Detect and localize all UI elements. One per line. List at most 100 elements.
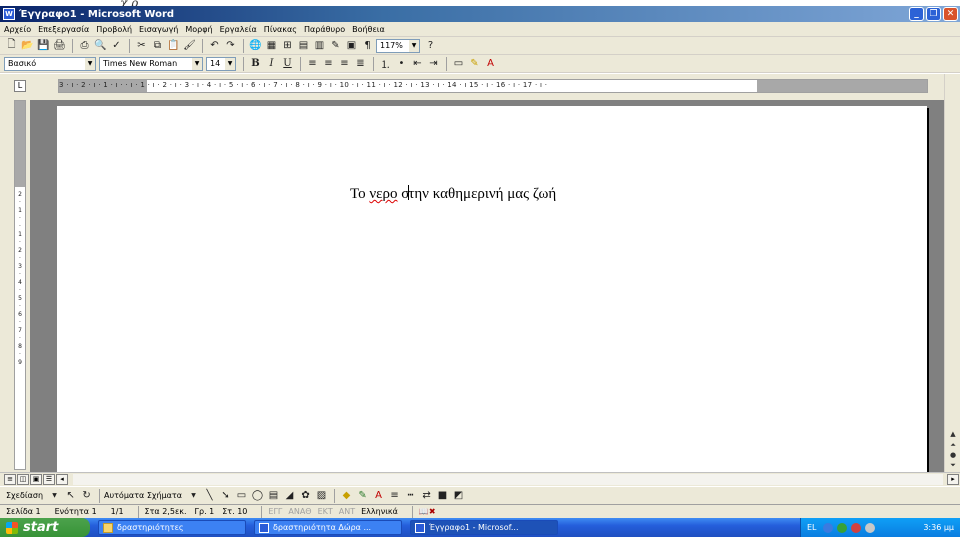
document-text[interactable]: Το νερο στην καθημερινή μας ζωή — [350, 185, 556, 203]
chevron-down-icon[interactable]: ▼ — [192, 57, 202, 70]
horizontal-ruler[interactable]: 3 · ı · 2 · ı · 1 · ı · · ı · 1 · ı · 2 … — [58, 79, 928, 93]
free-rotate-icon[interactable]: ↻ — [79, 489, 94, 503]
oval-icon[interactable]: ◯ — [250, 489, 265, 503]
cut-icon[interactable]: ✂ — [134, 39, 149, 53]
close-button[interactable]: ✕ — [943, 7, 958, 21]
style-select[interactable]: Βασικό ▼ — [4, 56, 96, 71]
status-rec[interactable]: ΕΓΓ — [268, 507, 282, 516]
previous-page-icon[interactable]: ⏶ — [946, 440, 960, 450]
font-color-icon[interactable]: A — [371, 489, 386, 503]
line-style-icon[interactable]: ≡ — [387, 489, 402, 503]
taskbar-item-folder[interactable]: δραστηριότητες — [98, 520, 246, 535]
vertical-scrollbar[interactable]: ▲ ⏶ ● ⏷ — [944, 74, 960, 472]
chevron-down-icon[interactable]: ▼ — [85, 57, 95, 70]
language-indicator[interactable]: EL — [807, 523, 817, 532]
decrease-indent-icon[interactable]: ⇤ — [410, 57, 425, 71]
undo-icon[interactable]: ↶ — [207, 39, 222, 53]
align-right-icon[interactable]: ≡ — [337, 57, 352, 71]
menu-format[interactable]: Μορφή — [185, 25, 212, 34]
menu-edit[interactable]: Επεξεργασία — [38, 25, 89, 34]
bold-icon[interactable]: B — [248, 57, 263, 71]
text-box-icon[interactable]: ▤ — [266, 489, 281, 503]
columns-icon[interactable]: ▥ — [312, 39, 327, 53]
menu-view[interactable]: Προβολή — [96, 25, 132, 34]
outline-view-icon[interactable]: ☰ — [43, 474, 55, 485]
document-map-icon[interactable]: ▣ — [344, 39, 359, 53]
spelling-status-icon[interactable]: 📖✖ — [419, 507, 436, 516]
show-hide-icon[interactable]: ¶ — [360, 39, 375, 53]
word-icon[interactable]: W — [3, 8, 15, 20]
spelling-icon[interactable]: ✓ — [109, 39, 124, 53]
scroll-left-icon[interactable]: ◂ — [56, 474, 68, 485]
horizontal-scroll-track[interactable] — [73, 474, 943, 485]
picture-icon[interactable]: ▨ — [314, 489, 329, 503]
menu-window[interactable]: Παράθυρο — [304, 25, 345, 34]
menu-insert[interactable]: Εισαγωγή — [139, 25, 178, 34]
draw-menu-button[interactable]: Σχεδίαση — [6, 491, 43, 500]
security-icon[interactable] — [836, 522, 847, 533]
arrow-icon[interactable]: ➘ — [218, 489, 233, 503]
dash-style-icon[interactable]: ┅ — [403, 489, 418, 503]
chevron-down-icon[interactable]: ▼ — [225, 57, 235, 70]
tab-selector[interactable]: L — [14, 80, 26, 92]
permission-icon[interactable]: 🖨 — [52, 39, 67, 53]
web-layout-icon[interactable]: ◫ — [17, 474, 29, 485]
status-ext[interactable]: ΕΚΤ — [318, 507, 333, 516]
line-icon[interactable]: ╲ — [202, 489, 217, 503]
open-folder-icon[interactable]: 📂 — [20, 39, 35, 53]
volume-icon[interactable] — [864, 522, 875, 533]
menu-table[interactable]: Πίνακας — [264, 25, 297, 34]
clip-art-icon[interactable]: ✿ — [298, 489, 313, 503]
menu-help[interactable]: Βοήθεια — [352, 25, 385, 34]
document-page[interactable]: Το νερο στην καθημερινή μας ζωή — [57, 106, 927, 472]
new-document-icon[interactable]: 🗋 — [4, 39, 19, 53]
align-center-icon[interactable]: ≡ — [321, 57, 336, 71]
rectangle-icon[interactable]: ▭ — [234, 489, 249, 503]
scroll-up-icon[interactable]: ▲ — [946, 429, 960, 439]
browse-object-icon[interactable]: ● — [946, 450, 960, 460]
insert-excel-icon[interactable]: ▤ — [296, 39, 311, 53]
fill-color-icon[interactable]: ◆ — [339, 489, 354, 503]
restore-button[interactable]: ❐ — [926, 7, 941, 21]
numbering-icon[interactable]: ⒈ — [378, 57, 393, 71]
arrow-style-icon[interactable]: ⇄ — [419, 489, 434, 503]
align-left-icon[interactable]: ≡ — [305, 57, 320, 71]
shadow-icon[interactable]: ■ — [435, 489, 450, 503]
redo-icon[interactable]: ↷ — [223, 39, 238, 53]
menu-file[interactable]: Αρχείο — [4, 25, 31, 34]
taskbar-item-word[interactable]: Έγγραφο1 - Microsof... — [410, 520, 558, 535]
underline-icon[interactable]: U — [280, 57, 295, 71]
copy-icon[interactable]: ⧉ — [150, 39, 165, 53]
hyperlink-icon[interactable]: 🌐 — [248, 39, 263, 53]
borders-icon[interactable]: ▭ — [451, 57, 466, 71]
status-ovr[interactable]: ΑΝΤ — [339, 507, 355, 516]
print-icon[interactable]: ⎙ — [77, 39, 92, 53]
normal-view-icon[interactable]: ≡ — [4, 474, 16, 485]
print-layout-icon[interactable]: ▣ — [30, 474, 42, 485]
highlight-icon[interactable]: ✎ — [467, 57, 482, 71]
chevron-down-icon[interactable]: ▼ — [47, 489, 62, 503]
start-button[interactable]: start — [0, 518, 90, 537]
insert-table-icon[interactable]: ⊞ — [280, 39, 295, 53]
menu-tools[interactable]: Εργαλεία — [220, 25, 257, 34]
scroll-right-icon[interactable]: ▸ — [947, 474, 959, 485]
justify-icon[interactable]: ≣ — [353, 57, 368, 71]
antivirus-icon[interactable] — [850, 522, 861, 533]
title-bar[interactable]: W Έγγραφο1 - Microsoft Word _ ❐ ✕ — [0, 6, 960, 22]
wordart-icon[interactable]: ◢ — [282, 489, 297, 503]
help-icon[interactable]: ? — [423, 39, 438, 53]
network-icon[interactable] — [822, 522, 833, 533]
select-objects-icon[interactable]: ↖ — [63, 489, 78, 503]
font-size-select[interactable]: 14 ▼ — [206, 56, 236, 71]
minimize-button[interactable]: _ — [909, 7, 924, 21]
bullets-icon[interactable]: • — [394, 57, 409, 71]
taskbar-item-document[interactable]: δραστηριότητα Δώρα ... — [254, 520, 402, 535]
tables-borders-icon[interactable]: ▦ — [264, 39, 279, 53]
drawing-icon[interactable]: ✎ — [328, 39, 343, 53]
chevron-down-icon[interactable]: ▼ — [409, 39, 419, 52]
format-painter-icon[interactable]: 🖌 — [182, 39, 197, 53]
line-color-icon[interactable]: ✎ — [355, 489, 370, 503]
italic-icon[interactable]: I — [264, 57, 279, 71]
status-trk[interactable]: ΑΝΑΘ — [288, 507, 311, 516]
3d-icon[interactable]: ◩ — [451, 489, 466, 503]
